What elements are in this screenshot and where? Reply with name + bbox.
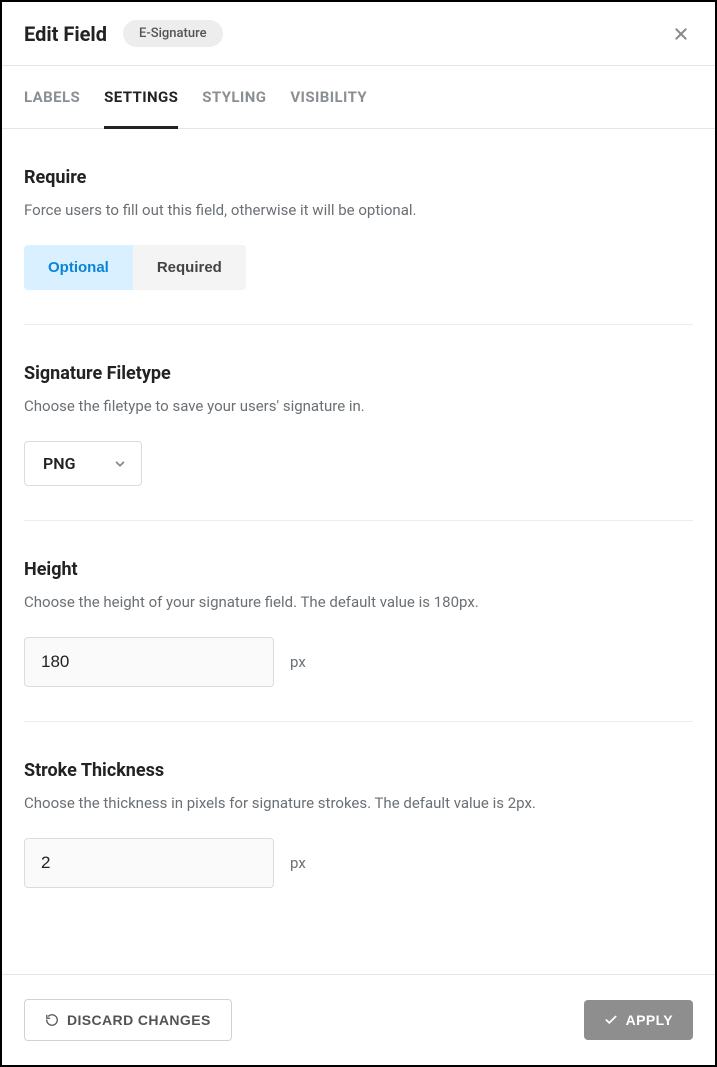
panel-content: Require Force users to fill out this fie… [2,129,715,974]
tabs-bar: LABELS SETTINGS STYLING VISIBILITY [2,66,715,129]
height-input-row: px [24,637,693,687]
filetype-select[interactable]: PNG [24,441,142,486]
undo-icon [45,1013,59,1027]
section-height: Height Choose the height of your signatu… [24,521,693,722]
section-desc-require: Force users to fill out this field, othe… [24,200,693,221]
chevron-down-icon [113,457,127,471]
tab-visibility[interactable]: VISIBILITY [290,66,367,129]
section-title-height: Height [24,559,693,580]
option-required[interactable]: Required [133,245,246,290]
tab-labels[interactable]: LABELS [24,66,80,129]
check-icon [604,1013,618,1027]
edit-field-panel: Edit Field E-Signature LABELS SETTINGS S… [0,0,717,1067]
tab-settings[interactable]: SETTINGS [104,66,178,129]
section-title-stroke: Stroke Thickness [24,760,693,781]
panel-title: Edit Field [24,22,107,46]
tab-styling[interactable]: STYLING [202,66,266,129]
close-icon [673,26,689,42]
field-type-badge: E-Signature [123,20,223,47]
apply-button[interactable]: APPLY [584,1000,693,1040]
section-title-require: Require [24,167,693,188]
apply-label: APPLY [626,1012,673,1028]
section-stroke: Stroke Thickness Choose the thickness in… [24,722,693,922]
section-filetype: Signature Filetype Choose the filetype t… [24,325,693,521]
discard-label: DISCARD CHANGES [67,1012,211,1028]
panel-footer: DISCARD CHANGES APPLY [2,974,715,1065]
option-optional[interactable]: Optional [24,245,133,290]
filetype-value: PNG [43,454,76,473]
stroke-input[interactable] [24,838,274,888]
panel-header: Edit Field E-Signature [2,2,715,66]
section-desc-height: Choose the height of your signature fiel… [24,592,693,613]
close-button[interactable] [669,22,693,46]
section-require: Require Force users to fill out this fie… [24,129,693,325]
section-desc-filetype: Choose the filetype to save your users' … [24,396,693,417]
height-input[interactable] [24,637,274,687]
height-unit: px [290,653,306,671]
discard-button[interactable]: DISCARD CHANGES [24,999,232,1041]
stroke-input-row: px [24,838,693,888]
stroke-unit: px [290,854,306,872]
require-toggle: Optional Required [24,245,246,290]
section-title-filetype: Signature Filetype [24,363,693,384]
section-desc-stroke: Choose the thickness in pixels for signa… [24,793,693,814]
